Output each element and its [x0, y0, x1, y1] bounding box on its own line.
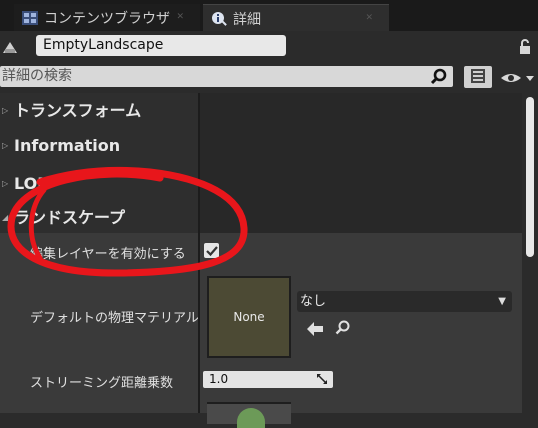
search-icon[interactable] — [430, 68, 448, 86]
category-label: ランドスケープ — [14, 208, 126, 227]
tab-details[interactable]: 詳細 ✕ — [203, 4, 389, 32]
category-information[interactable]: ▷ Information — [0, 131, 198, 161]
category-lod[interactable]: ▷ LOD — [0, 169, 198, 199]
category-label: トランスフォーム — [14, 101, 142, 120]
category-panel-right — [200, 93, 522, 233]
search-row: 詳細の検索 — [0, 64, 538, 90]
details-info-icon — [211, 11, 227, 27]
actor-name-row: EmptyLandscape — [0, 31, 538, 61]
close-icon[interactable]: ✕ — [365, 13, 373, 23]
tab-content-browser[interactable]: コンテンツブラウザ ✕ — [14, 4, 200, 31]
browse-search-icon[interactable] — [335, 320, 351, 336]
category-transform[interactable]: ▷ トランスフォーム — [0, 96, 198, 126]
scrollbar-thumb[interactable] — [526, 97, 534, 257]
content-browser-icon — [22, 10, 38, 26]
column-divider[interactable] — [198, 93, 200, 413]
material-thumbnail[interactable]: None — [207, 276, 291, 358]
search-input[interactable]: 詳細の検索 — [0, 66, 453, 87]
chevron-right-icon: ▷ — [2, 179, 9, 188]
actor-name-field[interactable]: EmptyLandscape — [36, 35, 286, 56]
view-options-button[interactable] — [464, 66, 492, 88]
dropdown-value: なし — [300, 294, 327, 309]
use-selected-arrow-icon[interactable] — [307, 321, 323, 336]
checkmark-icon — [205, 245, 218, 256]
chevron-down-icon: ▼ — [498, 296, 506, 307]
tab-label: コンテンツブラウザ — [44, 10, 170, 27]
chevron-right-icon: ▷ — [2, 106, 9, 115]
field-value: 1.0 — [209, 372, 229, 386]
chevron-right-icon: ▷ — [2, 141, 9, 150]
tab-label: 詳細 — [233, 11, 261, 28]
category-landscape[interactable]: ◢ ランドスケープ — [0, 203, 198, 233]
streaming-distance-field[interactable]: 1.0 — [203, 371, 333, 388]
lock-icon[interactable] — [518, 39, 532, 55]
landscape-properties: 編集レイヤーを有効にする デフォルトの物理マテリアル None なし ▼ ストリ… — [0, 233, 522, 428]
scrollbar[interactable] — [524, 95, 536, 413]
actor-icon — [2, 39, 18, 53]
category-label: Information — [14, 136, 121, 155]
property-label: ストリーミング距離乗数 — [30, 376, 174, 391]
category-label: LOD — [14, 174, 51, 193]
edit-layers-checkbox[interactable] — [204, 243, 219, 258]
property-label: 編集レイヤーを有効にする — [30, 247, 186, 262]
eye-icon[interactable] — [500, 70, 536, 84]
grid-icon — [471, 68, 485, 87]
property-label: デフォルトの物理マテリアル — [30, 311, 199, 326]
spin-handle-icon — [317, 374, 327, 384]
material-sphere-preview — [237, 408, 265, 428]
tab-bar: コンテンツブラウザ ✕ 詳細 ✕ — [0, 0, 538, 32]
close-icon[interactable]: ✕ — [176, 12, 184, 22]
chevron-down-icon: ◢ — [2, 213, 9, 222]
material-thumbnail-partial[interactable] — [207, 402, 291, 428]
physical-material-dropdown[interactable]: なし ▼ — [297, 291, 512, 312]
